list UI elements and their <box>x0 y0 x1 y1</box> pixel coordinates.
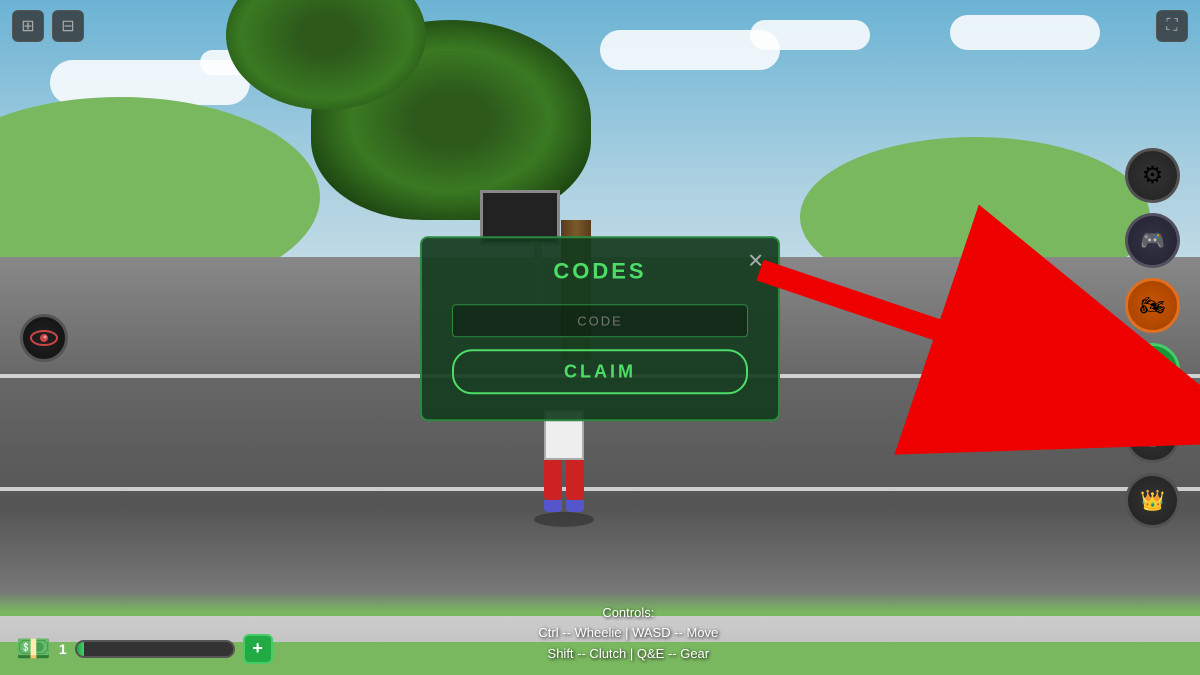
crown-icon: 👑 <box>1140 488 1165 513</box>
dialog-close-button[interactable]: ✕ <box>747 248 764 273</box>
top-right-area: ⛶ <box>1156 10 1188 42</box>
char-leg-right <box>566 460 584 500</box>
controls-info: Controls: Ctrl -- Wheelie | WASD -- Move… <box>538 603 718 665</box>
road-stripe <box>0 487 1200 491</box>
gear-icon: ⚙ <box>1142 161 1164 190</box>
char-shadow <box>534 512 594 527</box>
controls-line3: Shift -- Clutch | Q&E -- Gear <box>538 644 718 665</box>
eye-icon <box>30 330 58 346</box>
garage-button[interactable]: 🏠 <box>1125 408 1180 463</box>
screenshot-button[interactable]: ⊞ <box>12 10 44 42</box>
settings-button[interactable]: ⚙ <box>1125 148 1180 203</box>
char-leg-left <box>544 460 562 500</box>
character-button[interactable]: 🎮 <box>1125 213 1180 268</box>
top-left-buttons: ⊞ ⊟ <box>12 10 84 42</box>
char-shoe-left <box>544 500 562 512</box>
fullscreen-button[interactable]: ⛶ <box>1156 10 1188 42</box>
player-character <box>534 410 594 527</box>
right-sidebar-buttons: ⚙ 🎮 🏍 🎁 🏠 👑 <box>1125 148 1180 528</box>
money-progress-fill <box>77 642 85 656</box>
character-icon: 🎮 <box>1140 228 1165 253</box>
plus-icon: + <box>252 638 263 659</box>
dialog-title: CODES <box>452 258 748 284</box>
bottom-bar: 💵 1 + Controls: Ctrl -- Wheelie | WASD -… <box>0 603 1200 665</box>
controls-line2: Ctrl -- Wheelie | WASD -- Move <box>538 623 718 644</box>
money-icon: 💵 <box>16 632 51 665</box>
money-section: 💵 1 + <box>16 632 273 665</box>
visibility-toggle-button[interactable] <box>20 314 68 362</box>
claim-button[interactable]: CLAIM <box>452 349 748 394</box>
minimize-button[interactable]: ⊟ <box>52 10 84 42</box>
controls-line1: Controls: <box>538 603 718 624</box>
codes-dialog: ✕ CODES CLAIM <box>420 236 780 421</box>
gift-icon: 🎁 <box>1139 357 1166 383</box>
char-shoe-right <box>566 500 584 512</box>
money-progress-bar <box>75 640 235 658</box>
money-count: 1 <box>59 641 67 657</box>
leaderboard-button[interactable]: 👑 <box>1125 473 1180 528</box>
vehicle-icon: 🏍 <box>1140 293 1165 318</box>
vehicle-button[interactable]: 🏍 <box>1125 278 1180 333</box>
cloud <box>750 20 870 50</box>
char-legs <box>534 460 594 500</box>
gift-codes-button[interactable]: 🎁 <box>1125 343 1180 398</box>
garage-icon: 🏠 <box>1140 423 1165 448</box>
code-input-field[interactable] <box>452 304 748 337</box>
money-add-button[interactable]: + <box>243 634 273 664</box>
cloud <box>950 15 1100 50</box>
